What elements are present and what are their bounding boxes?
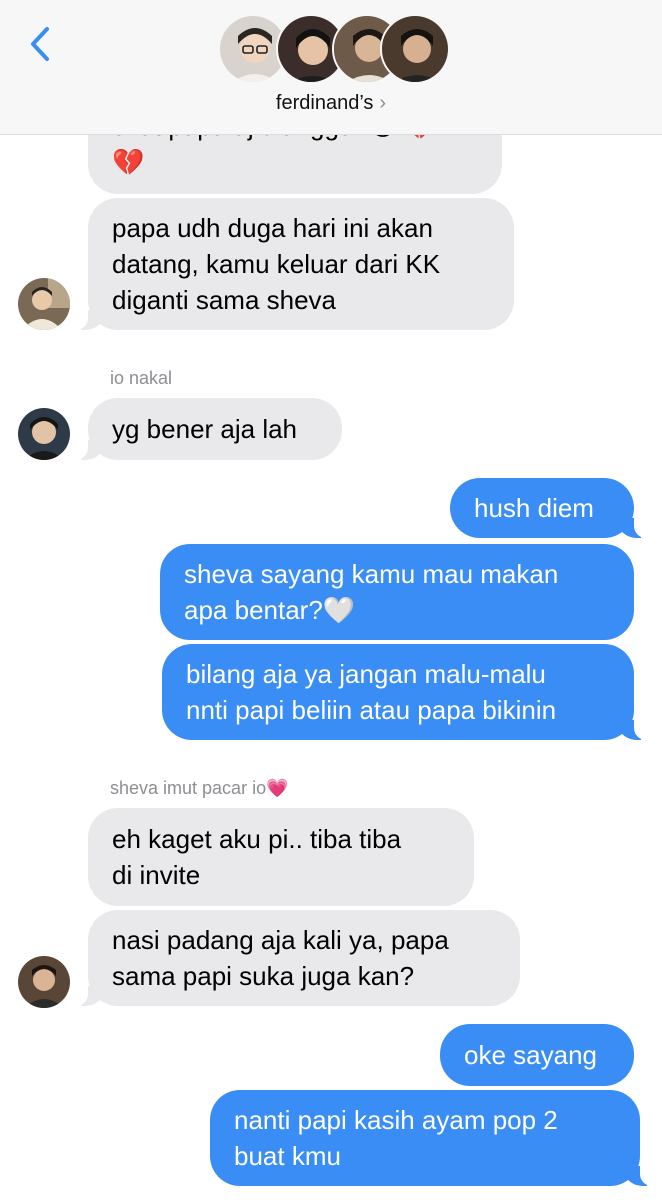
chevron-right-icon: › (379, 92, 387, 114)
message-bubble[interactable]: yg bener aja lah (76, 398, 342, 460)
message-bubble[interactable]: oke sayang (440, 1024, 634, 1086)
avatar[interactable] (18, 956, 70, 1008)
group-avatars[interactable] (218, 14, 450, 86)
message-bubble[interactable]: nanti papi kasih ayam pop 2 buat kmu (210, 1090, 652, 1186)
message-bubble[interactable]: sheva sayang kamu mau makan apa bentar?🤍 (160, 544, 634, 640)
group-name[interactable]: ferdinand’s › (0, 92, 662, 115)
avatar (380, 14, 450, 84)
group-name-label: ferdinand’s (275, 92, 374, 114)
message-bubble[interactable]: bilang aja ya jangan malu-malu nnti papi… (162, 644, 646, 740)
message-bubble[interactable]: hush diem (450, 478, 646, 538)
sender-name: io nakal (110, 368, 173, 388)
back-button[interactable] (20, 22, 60, 66)
chevron-left-icon (31, 27, 49, 61)
avatar[interactable] (18, 278, 70, 330)
message-bubble[interactable]: eh kaget aku pi.. tiba tiba di invite (88, 808, 474, 906)
chat-header: ferdinand’s › (0, 0, 662, 135)
message-bubble[interactable]: papa udh duga hari ini akan datang, kamu… (76, 198, 514, 330)
message-bubble[interactable]: nasi padang aja kali ya, papa sama papi … (76, 910, 520, 1006)
message-list[interactable]: chat papa aj dianggur 😅 💔 💔 papa udh dug… (0, 0, 662, 1200)
avatar[interactable] (18, 408, 70, 460)
sender-name: sheva imut pacar io💗 (110, 778, 289, 798)
